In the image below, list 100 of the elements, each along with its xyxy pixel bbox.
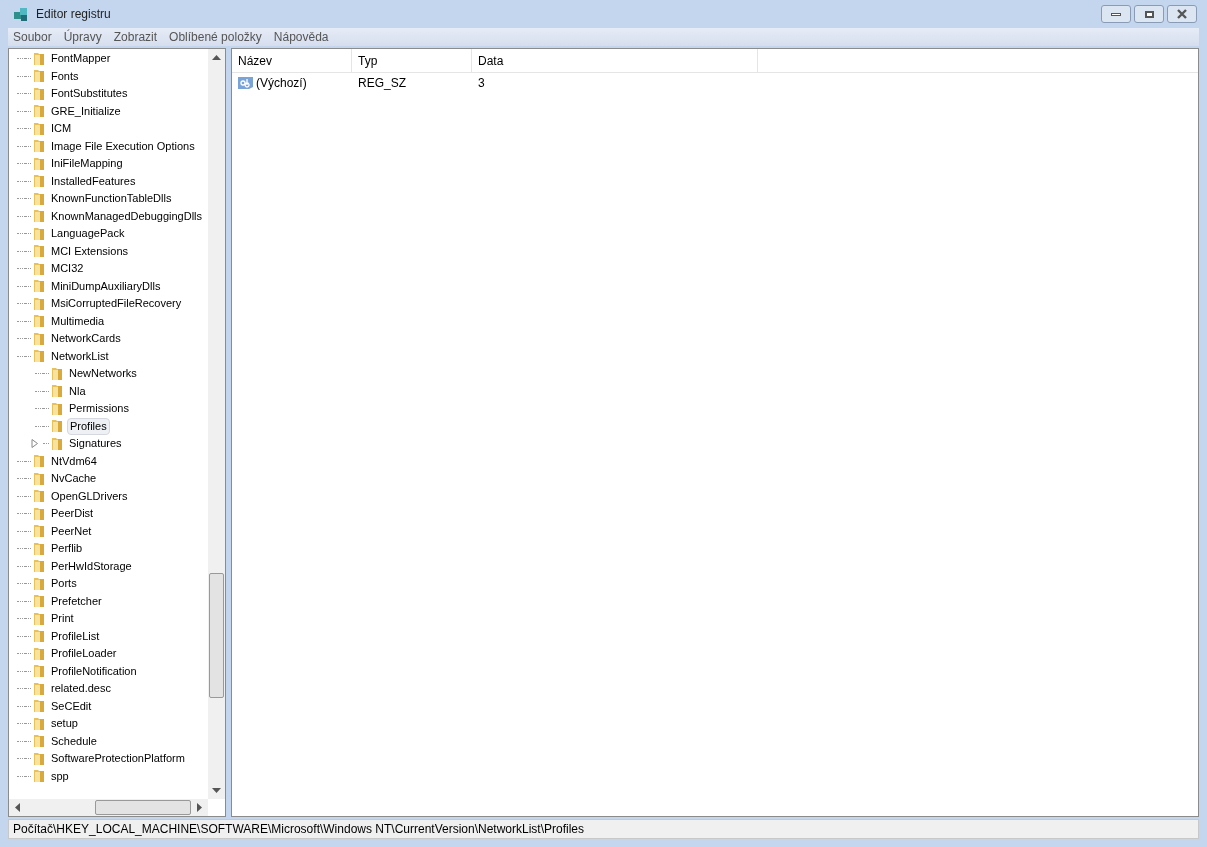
folder-icon [31,470,47,487]
folder-icon [31,243,47,260]
menu-item[interactable]: Nápověda [268,28,334,46]
minimize-button[interactable] [1101,5,1131,23]
menu-item[interactable]: Úpravy [58,28,107,46]
status-bar-path: Počítač\HKEY_LOCAL_MACHINE\SOFTWARE\Microsoft\Windows NT\CurrentVersion\NetworkList\Profiles [12,821,586,838]
column-header[interactable]: Typ [352,49,472,72]
tree-item[interactable]: Schedule [49,732,99,750]
folder-icon [49,418,65,435]
folder-icon [49,365,65,382]
folder-icon [31,190,47,207]
tree-item[interactable]: Permissions [67,400,131,418]
column-header[interactable]: Název [232,49,352,72]
tree-item[interactable]: Signatures [67,435,124,453]
tree-item[interactable]: KnownManagedDebuggingDlls [49,207,205,225]
minimize-icon [1111,12,1121,16]
maximize-icon [1144,10,1154,18]
folder-icon [31,768,47,785]
vertical-scrollbar[interactable] [208,49,225,799]
tree-item[interactable]: ICM [49,120,74,138]
folder-icon [31,138,47,155]
tree-item[interactable]: MiniDumpAuxiliaryDlls [49,277,163,295]
tree-item[interactable]: Profiles [67,417,110,435]
tree-item[interactable]: FontSubstitutes [49,85,130,103]
folder-icon [31,453,47,470]
tree-item[interactable]: Fonts [49,67,81,85]
tree-item[interactable]: ProfileList [49,627,102,645]
folder-icon [31,120,47,137]
tree-item[interactable]: PerHwIdStorage [49,557,134,575]
folder-icon [31,50,47,67]
tree-item[interactable]: Nla [67,382,88,400]
tree-item[interactable]: Perflib [49,540,85,558]
folder-icon [31,348,47,365]
tree-item[interactable]: Ports [49,575,79,593]
tree-item[interactable]: setup [49,715,80,733]
scrollbar-thumb[interactable] [95,800,191,815]
scroll-down-arrow-icon[interactable] [212,788,221,793]
folder-icon [31,295,47,312]
scrollbar-thumb[interactable] [209,573,224,698]
table-cell-text: 3 [478,75,485,92]
folder-icon [31,155,47,172]
menu-item[interactable]: Oblíbené položky [164,28,267,46]
registry-cubes-icon [12,5,30,23]
tree-item[interactable]: Prefetcher [49,592,104,610]
tree-item[interactable]: IniFileMapping [49,155,125,173]
folder-icon [31,173,47,190]
tree-item[interactable]: MsiCorruptedFileRecovery [49,295,184,313]
tree-item[interactable]: KnownFunctionTableDlls [49,190,174,208]
tree-item[interactable]: MCI Extensions [49,242,131,260]
tree-item[interactable]: Print [49,610,76,628]
folder-icon [31,575,47,592]
folder-icon [31,628,47,645]
tree-item[interactable]: SoftwareProtectionPlatform [49,750,187,768]
scroll-right-arrow-icon[interactable] [197,803,202,812]
tree-item[interactable]: PeerNet [49,522,94,540]
scroll-left-arrow-icon[interactable] [15,803,20,812]
folder-icon [31,505,47,522]
tree-item[interactable]: spp [49,767,71,785]
folder-icon [31,103,47,120]
close-button[interactable] [1167,5,1197,23]
table-cell-text: (Výchozí) [256,75,307,92]
folder-icon [31,663,47,680]
folder-icon [31,715,47,732]
folder-icon [31,225,47,242]
menu-item[interactable]: Zobrazit [108,28,163,46]
tree-item[interactable]: OpenGLDrivers [49,487,130,505]
tree-item[interactable]: InstalledFeatures [49,172,138,190]
tree-item[interactable]: NetworkCards [49,330,123,348]
tree-item[interactable]: NvCache [49,470,99,488]
tree-item[interactable]: SeCEdit [49,697,94,715]
tree-item[interactable]: LanguagePack [49,225,127,243]
maximize-button[interactable] [1134,5,1164,23]
folder-icon [31,698,47,715]
folder-icon [31,645,47,662]
tree-item[interactable]: FontMapper [49,50,113,68]
tree-item[interactable]: NetworkList [49,347,111,365]
tree-item[interactable]: Multimedia [49,312,107,330]
folder-icon [31,680,47,697]
horizontal-scrollbar[interactable] [9,799,208,816]
folder-icon [31,610,47,627]
tree-item[interactable]: ProfileLoader [49,645,119,663]
folder-icon [31,68,47,85]
tree-item[interactable]: NtVdm64 [49,452,99,470]
folder-icon [31,750,47,767]
tree-item[interactable]: GRE_Initialize [49,102,123,120]
tree-item[interactable]: MCI32 [49,260,86,278]
tree-item[interactable]: Image File Execution Options [49,137,197,155]
expand-arrow-icon[interactable] [31,439,39,449]
tree-item[interactable]: NewNetworks [67,365,139,383]
folder-icon [31,278,47,295]
folder-icon [31,208,47,225]
tree-item[interactable]: ProfileNotification [49,662,139,680]
folder-icon [31,313,47,330]
column-header[interactable]: Data [472,49,758,72]
menu-item[interactable]: Soubor [8,28,57,46]
table-cell-text: REG_SZ [358,75,406,92]
string-value-icon [238,76,254,90]
tree-item[interactable]: PeerDist [49,505,96,523]
scroll-up-arrow-icon[interactable] [212,55,221,60]
tree-item[interactable]: related.desc [49,680,113,698]
